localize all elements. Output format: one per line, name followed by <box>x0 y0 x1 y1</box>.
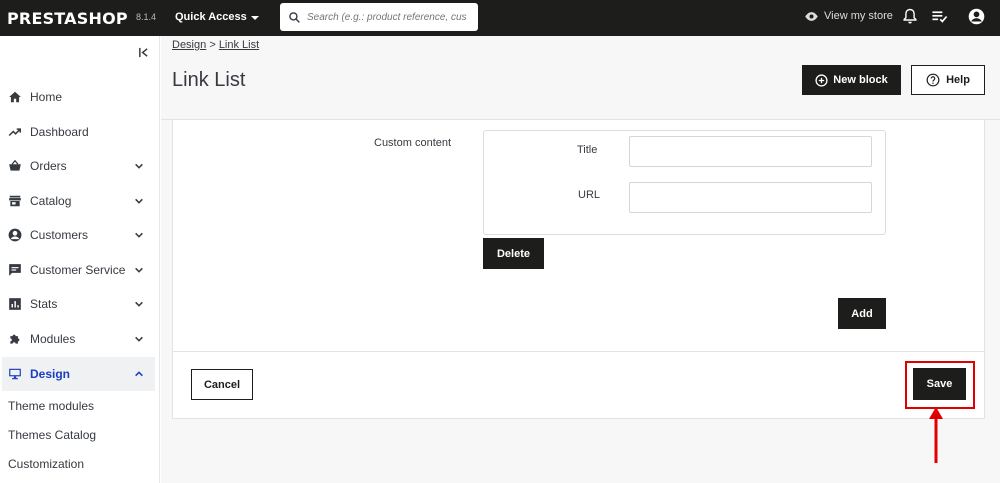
chevron-down-icon <box>135 198 143 204</box>
help-button[interactable]: Help <box>911 65 985 95</box>
store-icon <box>9 195 21 207</box>
search-input[interactable] <box>307 11 467 23</box>
logo[interactable]: PRESTASHOP <box>7 9 128 28</box>
sidebar-item-catalog[interactable]: Catalog <box>0 184 153 218</box>
sidebar-item-design[interactable]: Design <box>2 357 155 391</box>
sidebar-item-dashboard[interactable]: Dashboard <box>0 115 153 149</box>
form-footer <box>172 351 985 419</box>
chevron-down-icon <box>135 267 143 273</box>
chevron-down-icon <box>135 336 143 342</box>
sidebar-item-modules[interactable]: Modules <box>0 322 153 356</box>
tasks-icon[interactable] <box>931 8 948 25</box>
breadcrumb-separator: > <box>209 39 216 51</box>
title-label: Title <box>577 144 598 156</box>
new-block-button[interactable]: New block <box>802 65 901 95</box>
help-label: Help <box>946 74 970 86</box>
custom-content-label: Custom content <box>374 137 452 149</box>
url-label: URL <box>578 189 601 201</box>
shopping-basket-icon <box>9 159 21 171</box>
breadcrumb-design-link[interactable]: Design <box>172 39 206 51</box>
chevron-down-icon <box>135 163 143 169</box>
search-box[interactable] <box>280 3 478 31</box>
desktop-icon <box>9 368 21 380</box>
sidebar-item-label: Design <box>30 367 71 381</box>
sidebar-subitem-themes-catalog[interactable]: Themes Catalog <box>8 428 96 442</box>
view-store-label: View my store <box>824 10 893 22</box>
bar-chart-icon <box>9 298 21 310</box>
sidebar-item-home[interactable]: Home <box>0 80 153 114</box>
sidebar-item-label: Stats <box>30 297 58 311</box>
user-account-icon[interactable] <box>968 8 985 25</box>
sidebar-item-label: Modules <box>30 332 76 346</box>
account-circle-icon <box>8 228 22 242</box>
sidebar-item-label: Customer Service <box>30 263 126 277</box>
collapse-sidebar-icon[interactable] <box>138 47 149 58</box>
sidebar-item-label: Customers <box>30 228 89 242</box>
sidebar-item-label: Dashboard <box>30 125 89 139</box>
sidebar-item-orders[interactable]: Orders <box>0 149 153 183</box>
version-label: 8.1.4 <box>136 12 157 22</box>
chevron-down-icon <box>135 301 143 307</box>
breadcrumb: Design > Link List <box>172 39 259 51</box>
add-circle-icon <box>815 73 828 87</box>
help-circle-icon <box>926 73 940 87</box>
sidebar-item-customers[interactable]: Customers <box>0 218 153 252</box>
sidebar-subitem-customization[interactable]: Customization <box>8 457 84 471</box>
eye-icon <box>805 11 818 21</box>
quick-access-label: Quick Access <box>175 11 247 23</box>
add-button[interactable]: Add <box>838 298 886 329</box>
sidebar-item-label: Catalog <box>30 194 72 208</box>
view-my-store-link[interactable]: View my store <box>804 10 893 22</box>
sidebar-subitem-theme-modules[interactable]: Theme modules <box>8 399 94 413</box>
save-highlight-box <box>905 361 975 409</box>
sidebar-item-label: Orders <box>30 159 67 173</box>
arrow-up-annotation <box>929 407 943 463</box>
url-input[interactable] <box>629 182 872 213</box>
delete-button[interactable]: Delete <box>483 238 544 269</box>
sidebar-item-customer-service[interactable]: Customer Service <box>0 253 153 287</box>
new-block-label: New block <box>833 74 888 86</box>
cancel-button[interactable]: Cancel <box>191 369 253 400</box>
chevron-up-icon <box>135 371 143 377</box>
sidebar-item-label: Home <box>30 90 63 104</box>
bell-icon[interactable] <box>903 8 917 25</box>
quick-access-dropdown[interactable]: Quick Access <box>175 11 259 23</box>
title-input[interactable] <box>629 136 872 167</box>
top-navbar: PRESTASHOP 8.1.4 Quick Access View my st… <box>0 0 1000 36</box>
page-title: Link List <box>172 69 246 91</box>
caret-down-icon <box>250 15 259 20</box>
page-header: Design > Link List Link List New block H… <box>161 36 1000 120</box>
sidebar-item-stats[interactable]: Stats <box>0 287 153 321</box>
home-icon <box>9 91 21 103</box>
search-icon <box>289 11 300 23</box>
chevron-down-icon <box>135 232 143 238</box>
chat-icon <box>9 264 21 276</box>
puzzle-icon <box>10 334 20 344</box>
breadcrumb-current[interactable]: Link List <box>219 39 259 51</box>
trending-up-icon <box>8 128 22 137</box>
